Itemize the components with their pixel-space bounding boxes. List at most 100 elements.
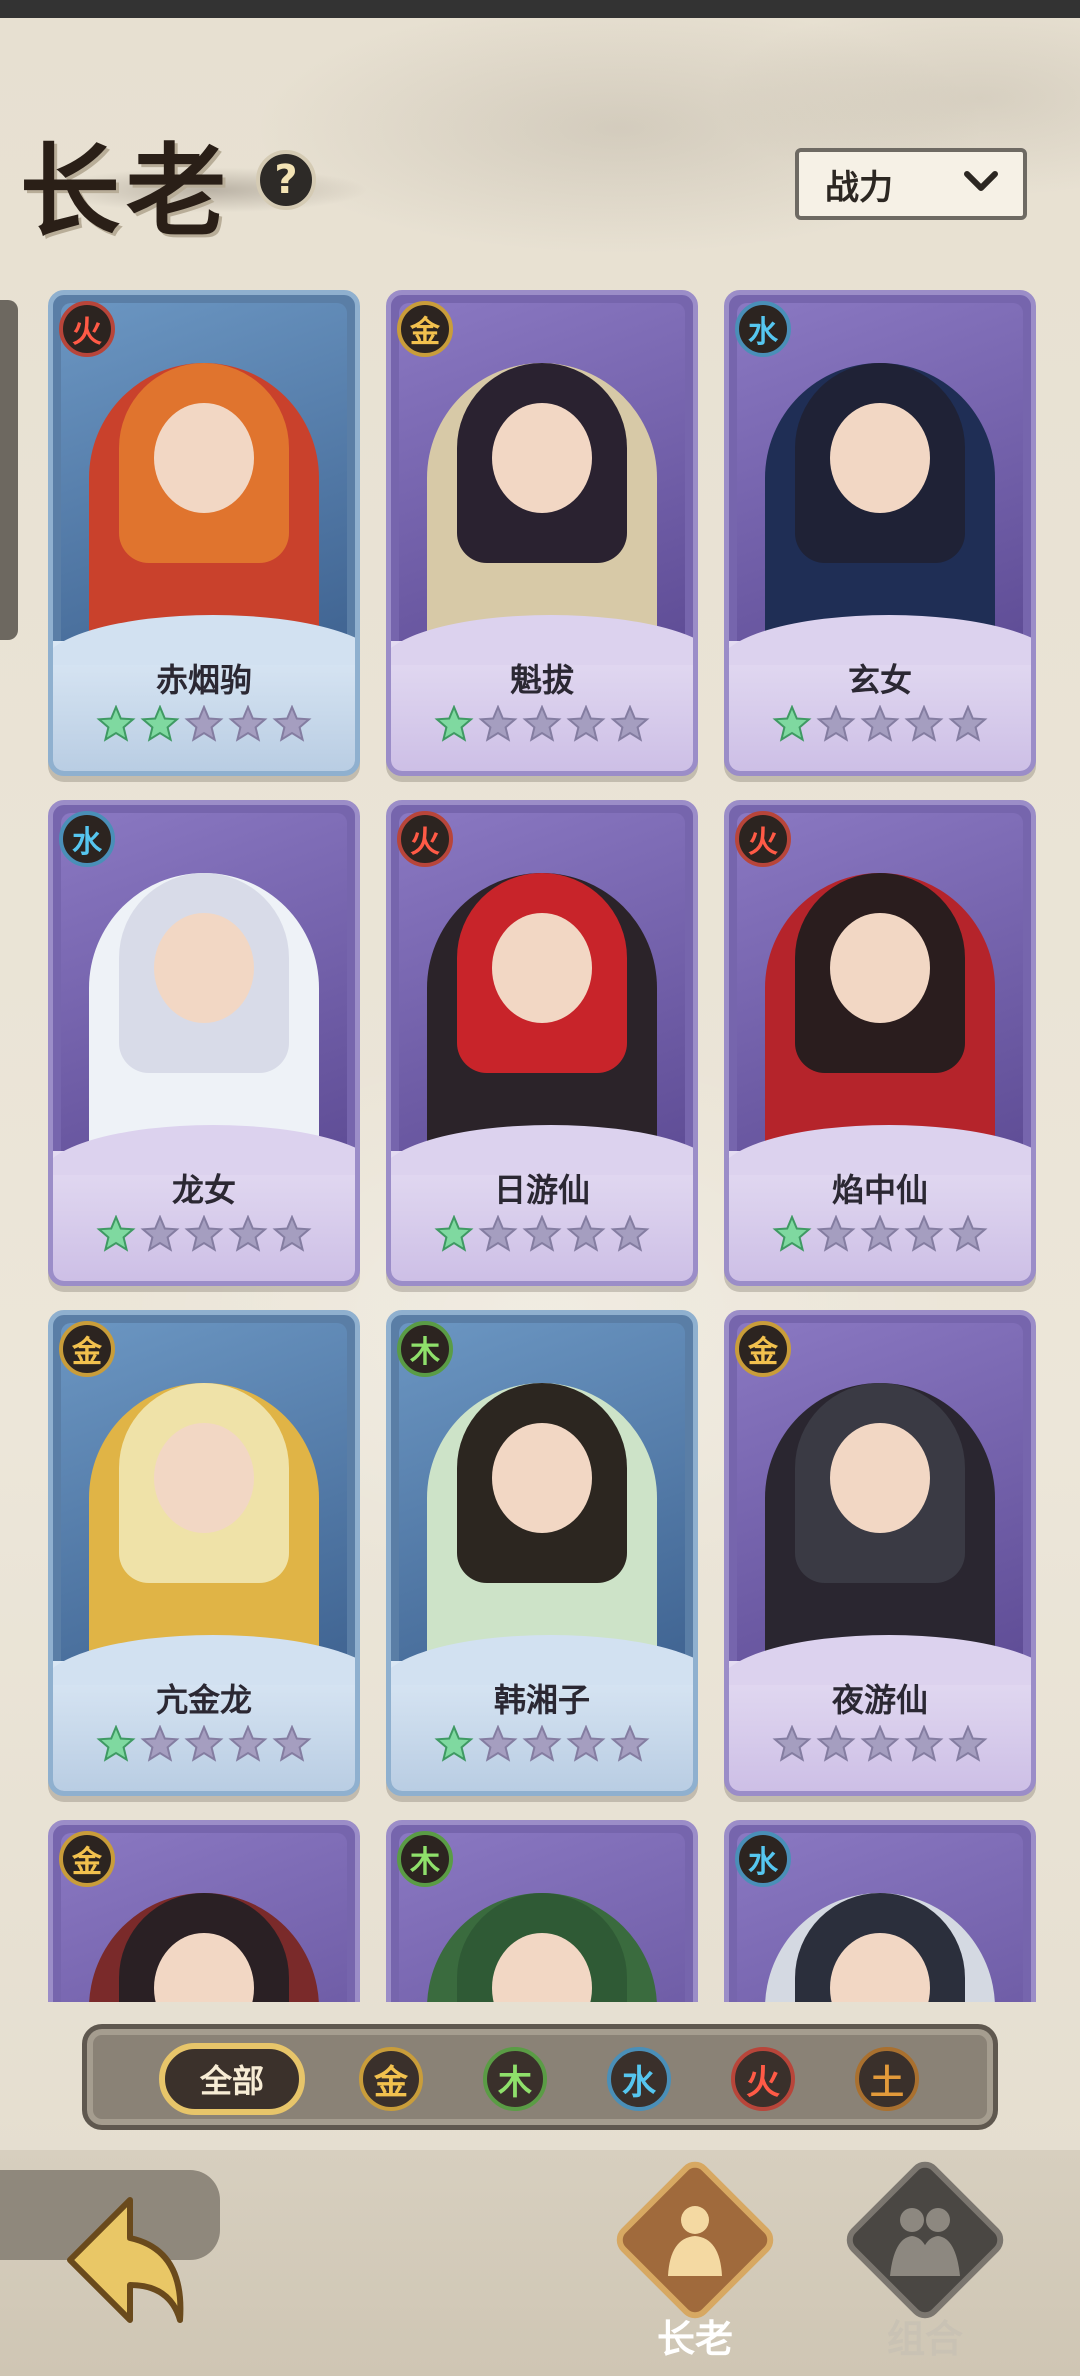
sort-dropdown[interactable]: 战力 bbox=[795, 148, 1027, 220]
hero-card[interactable]: 金夜游仙 bbox=[724, 1310, 1036, 1796]
filter-wood-button[interactable]: 木 bbox=[483, 2047, 547, 2111]
help-icon[interactable]: ? bbox=[256, 150, 316, 210]
back-arrow-icon[interactable] bbox=[60, 2190, 190, 2330]
hero-figure bbox=[89, 873, 319, 1163]
hero-card[interactable]: 木 bbox=[386, 1820, 698, 2002]
star-empty-icon bbox=[816, 705, 856, 742]
status-bar bbox=[0, 0, 1080, 18]
star-empty-icon bbox=[772, 1725, 812, 1762]
hero-card[interactable]: 金魁拔 bbox=[386, 290, 698, 776]
star-empty-icon bbox=[478, 1725, 518, 1762]
hero-name: 焰中仙 bbox=[831, 1171, 928, 1209]
hero-nameplate: 赤烟驹 bbox=[53, 615, 355, 771]
star-empty-icon bbox=[816, 1215, 856, 1252]
star-empty-icon bbox=[860, 705, 900, 742]
hero-card[interactable]: 水玄女 bbox=[724, 290, 1036, 776]
filter-fire-button[interactable]: 火 bbox=[731, 2047, 795, 2111]
star-empty-icon bbox=[272, 1725, 312, 1762]
element-badge: 木 bbox=[397, 1321, 453, 1377]
tab-group[interactable]: 组合 bbox=[840, 2155, 1010, 2376]
star-empty-icon bbox=[948, 705, 988, 742]
hero-grid[interactable]: 火赤烟驹金魁拔水玄女水龙女火日游仙火焰中仙金亢金龙木韩湘子金夜游仙金木水 bbox=[0, 290, 1080, 2002]
star-filled-icon bbox=[140, 705, 180, 742]
filter-metal-button[interactable]: 金 bbox=[359, 2047, 423, 2111]
hero-name: 魁拔 bbox=[509, 661, 574, 699]
star-empty-icon bbox=[184, 1725, 224, 1762]
tab-elders-label: 长老 bbox=[656, 2317, 733, 2361]
hero-figure bbox=[765, 363, 995, 653]
star-empty-icon bbox=[228, 1215, 268, 1252]
element-badge: 火 bbox=[59, 301, 115, 357]
hero-nameplate: 龙女 bbox=[53, 1125, 355, 1281]
star-rating bbox=[53, 1215, 355, 1255]
star-filled-icon bbox=[96, 705, 136, 742]
star-empty-icon bbox=[228, 1725, 268, 1762]
star-rating bbox=[729, 1725, 1031, 1765]
chevron-down-icon bbox=[964, 171, 998, 191]
hero-name: 韩湘子 bbox=[493, 1681, 590, 1719]
hero-name: 龙女 bbox=[171, 1171, 236, 1209]
star-rating bbox=[53, 1725, 355, 1765]
hero-figure bbox=[427, 363, 657, 653]
hero-figure bbox=[765, 1893, 995, 2002]
tab-group-label: 组合 bbox=[886, 2317, 963, 2361]
hero-figure bbox=[427, 1893, 657, 2002]
element-badge: 金 bbox=[735, 1321, 791, 1377]
hero-name: 赤烟驹 bbox=[155, 661, 252, 699]
element-badge: 水 bbox=[59, 811, 115, 867]
filter-all-button[interactable]: 全部 bbox=[159, 2043, 305, 2115]
star-empty-icon bbox=[610, 1725, 650, 1762]
star-empty-icon bbox=[566, 705, 606, 742]
page-title: 长老 bbox=[20, 132, 232, 250]
hero-face bbox=[830, 403, 930, 513]
star-filled-icon bbox=[772, 705, 812, 742]
hero-card[interactable]: 金亢金龙 bbox=[48, 1310, 360, 1796]
star-empty-icon bbox=[478, 1215, 518, 1252]
hero-portrait bbox=[399, 813, 685, 1163]
hero-nameplate: 韩湘子 bbox=[391, 1635, 693, 1791]
hero-nameplate: 夜游仙 bbox=[729, 1635, 1031, 1791]
group-figures-icon bbox=[890, 2208, 960, 2276]
hero-card[interactable]: 水龙女 bbox=[48, 800, 360, 1286]
tab-elders[interactable]: 长老 bbox=[610, 2155, 780, 2376]
star-empty-icon bbox=[184, 1215, 224, 1252]
star-empty-icon bbox=[904, 705, 944, 742]
hero-card[interactable]: 火日游仙 bbox=[386, 800, 698, 1286]
star-empty-icon bbox=[272, 1215, 312, 1252]
hero-card[interactable]: 金 bbox=[48, 1820, 360, 2002]
star-empty-icon bbox=[816, 1725, 856, 1762]
hero-face bbox=[492, 403, 592, 513]
star-rating bbox=[391, 705, 693, 745]
hero-figure bbox=[765, 1383, 995, 1673]
hero-figure bbox=[89, 1893, 319, 2002]
element-badge: 木 bbox=[397, 1831, 453, 1887]
hero-card[interactable]: 木韩湘子 bbox=[386, 1310, 698, 1796]
element-badge: 水 bbox=[735, 1831, 791, 1887]
star-empty-icon bbox=[140, 1725, 180, 1762]
star-empty-icon bbox=[904, 1215, 944, 1252]
hero-name: 夜游仙 bbox=[831, 1681, 928, 1719]
filter-water-button[interactable]: 水 bbox=[607, 2047, 671, 2111]
hero-face bbox=[830, 1423, 930, 1533]
element-badge: 水 bbox=[735, 301, 791, 357]
hero-portrait bbox=[61, 813, 347, 1163]
element-badge: 金 bbox=[59, 1321, 115, 1377]
hero-face bbox=[492, 913, 592, 1023]
hero-card[interactable]: 水 bbox=[724, 1820, 1036, 2002]
filter-earth-button[interactable]: 土 bbox=[855, 2047, 919, 2111]
star-empty-icon bbox=[948, 1725, 988, 1762]
star-empty-icon bbox=[566, 1725, 606, 1762]
star-empty-icon bbox=[478, 705, 518, 742]
star-empty-icon bbox=[184, 705, 224, 742]
star-empty-icon bbox=[140, 1215, 180, 1252]
hero-figure bbox=[427, 873, 657, 1163]
hero-figure bbox=[427, 1383, 657, 1673]
hero-face bbox=[154, 1423, 254, 1533]
star-empty-icon bbox=[610, 705, 650, 742]
star-empty-icon bbox=[522, 705, 562, 742]
hero-card[interactable]: 火赤烟驹 bbox=[48, 290, 360, 776]
star-rating bbox=[729, 1215, 1031, 1255]
hero-portrait bbox=[61, 1323, 347, 1673]
sort-dropdown-label: 战力 bbox=[825, 167, 893, 208]
hero-card[interactable]: 火焰中仙 bbox=[724, 800, 1036, 1286]
